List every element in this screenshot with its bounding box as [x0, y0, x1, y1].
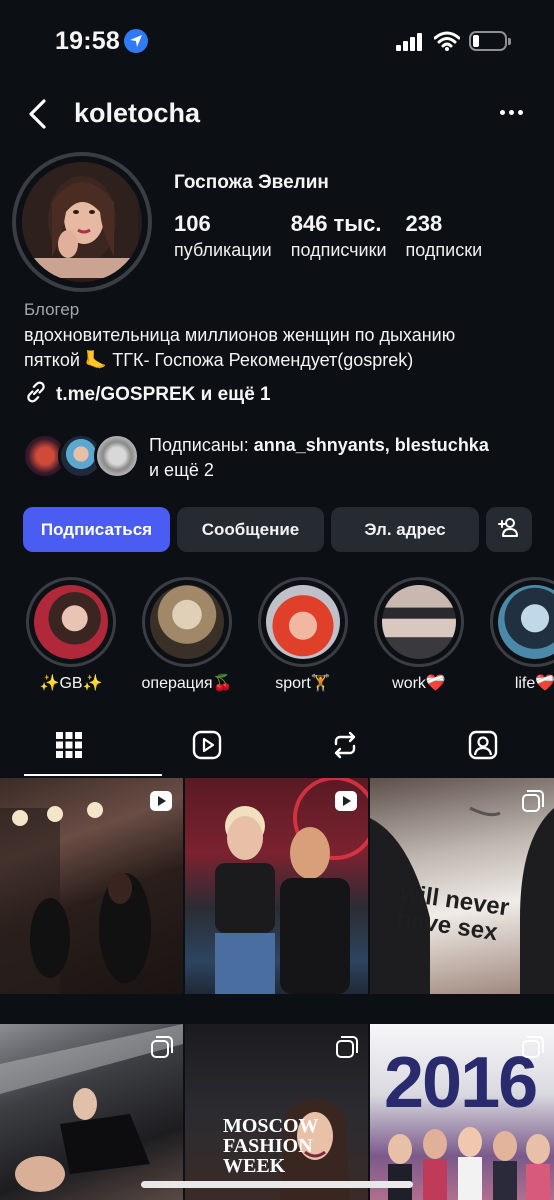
email-button[interactable]: Эл. адрес: [331, 507, 479, 552]
stat-following-value: 238: [405, 211, 443, 236]
message-button[interactable]: Сообщение: [177, 507, 324, 552]
followed-by-users: anna_shnyants, blestuchka: [253, 435, 489, 455]
back-arrow-icon[interactable]: [26, 98, 48, 135]
battery-icon: [469, 31, 511, 51]
highlight-label: life❤️‍🩹: [514, 675, 554, 692]
reel-icon: [149, 790, 173, 817]
highlight-item[interactable]: work❤️‍🩹: [373, 577, 465, 693]
add-person-icon: [497, 515, 521, 544]
post-thumbnail[interactable]: 2016: [370, 1024, 554, 1200]
highlight-cover: [150, 585, 224, 659]
tagged-icon: [468, 730, 498, 765]
followed-by-text[interactable]: Подписаны: anna_shnyants, blestuchka и е…: [149, 433, 539, 483]
carousel-icon: [151, 1036, 173, 1063]
post-caption-text: MOSCOW FASHION WEEK: [223, 1115, 319, 1177]
highlight-label: sport🏋: [275, 675, 331, 692]
highlight-item[interactable]: операция🍒: [141, 577, 233, 693]
carousel-icon: [336, 1036, 358, 1063]
avatar-image: [22, 162, 142, 282]
post-thumbnail[interactable]: [0, 1024, 183, 1200]
tab-tagged[interactable]: [414, 718, 552, 776]
stat-followers-label: подписчики: [290, 240, 387, 260]
reposts-icon: [330, 730, 360, 765]
more-options-icon[interactable]: [500, 110, 523, 115]
status-time: 19:58: [55, 27, 120, 55]
stat-followers-value: 846 тыс.: [290, 211, 382, 236]
stat-followers[interactable]: 846 тыс. подписчики: [291, 210, 387, 262]
highlight-cover: [266, 585, 340, 659]
stat-following[interactable]: 238 подписки: [406, 210, 483, 262]
post-thumbnail[interactable]: MOSCOW FASHION WEEK: [185, 1024, 368, 1200]
profile-bio: вдохновительница миллионов женщин по дых…: [24, 323, 534, 373]
posts-grid: will never have sex MOSCOW FASHION WEEK …: [0, 778, 554, 1200]
follow-button[interactable]: Подписаться: [23, 507, 170, 552]
display-name: Госпожа Эвелин: [174, 172, 329, 193]
carousel-icon: [522, 1036, 544, 1063]
wifi-icon: [433, 31, 461, 56]
highlight-label: операция🍒: [141, 675, 233, 692]
highlight-label: work❤️‍🩹: [392, 675, 446, 692]
username-title: koletocha: [74, 98, 201, 128]
post-thumbnail[interactable]: will never have sex: [370, 778, 554, 994]
profile-stats: 106 публикации 846 тыс. подписчики 238 п…: [174, 210, 501, 262]
active-tab-indicator: [24, 774, 162, 776]
stat-posts-label: публикации: [174, 240, 272, 260]
home-indicator[interactable]: [141, 1181, 413, 1188]
highlight-item[interactable]: sport🏋: [257, 577, 349, 693]
story-highlights: ✨GB✨ операция🍒 sport🏋 work❤️‍🩹 life❤️‍🩹: [0, 577, 554, 697]
profile-tabs: [0, 718, 554, 776]
bio-line-1: вдохновительница миллионов женщин по дых…: [24, 325, 456, 345]
stat-posts-value: 106: [174, 211, 211, 236]
tab-posts-grid[interactable]: [0, 718, 138, 776]
location-arrow-icon: [124, 29, 148, 53]
link-text: t.me/GOSPREK и ещё 1: [56, 383, 271, 405]
profile-category: Блогер: [24, 300, 80, 319]
cellular-signal-icon: [396, 33, 424, 56]
reels-icon: [192, 730, 222, 765]
profile-header: koletocha: [0, 88, 554, 142]
highlight-item[interactable]: ✨GB✨: [25, 577, 117, 693]
reel-icon: [334, 790, 358, 817]
profile-link[interactable]: t.me/GOSPREK и ещё 1: [24, 380, 271, 409]
followed-by-suffix: и ещё 2: [149, 460, 214, 480]
stat-following-label: подписки: [405, 240, 483, 260]
grid-icon: [56, 731, 82, 763]
bio-line-2: пяткой 🦶 ТГК- Госпожа Рекомендует(gospre…: [24, 350, 414, 370]
tab-reels[interactable]: [138, 718, 276, 776]
post-thumbnail[interactable]: [185, 778, 368, 994]
highlight-cover: [382, 585, 456, 659]
tab-reposts[interactable]: [276, 718, 414, 776]
followed-by-prefix: Подписаны:: [149, 435, 254, 455]
highlight-cover: [498, 585, 554, 659]
status-bar: 19:58: [0, 0, 554, 84]
highlight-item[interactable]: life❤️‍🩹: [489, 577, 554, 693]
post-thumbnail[interactable]: [0, 778, 183, 994]
profile-avatar[interactable]: [12, 152, 152, 292]
link-icon: [24, 380, 48, 409]
highlight-cover: [34, 585, 108, 659]
follower-avatar: [94, 433, 140, 479]
suggested-users-button[interactable]: [486, 507, 532, 552]
highlight-label: ✨GB✨: [39, 675, 103, 692]
followed-by-avatars[interactable]: [22, 433, 142, 483]
stat-posts[interactable]: 106 публикации: [174, 210, 272, 262]
carousel-icon: [522, 790, 544, 817]
